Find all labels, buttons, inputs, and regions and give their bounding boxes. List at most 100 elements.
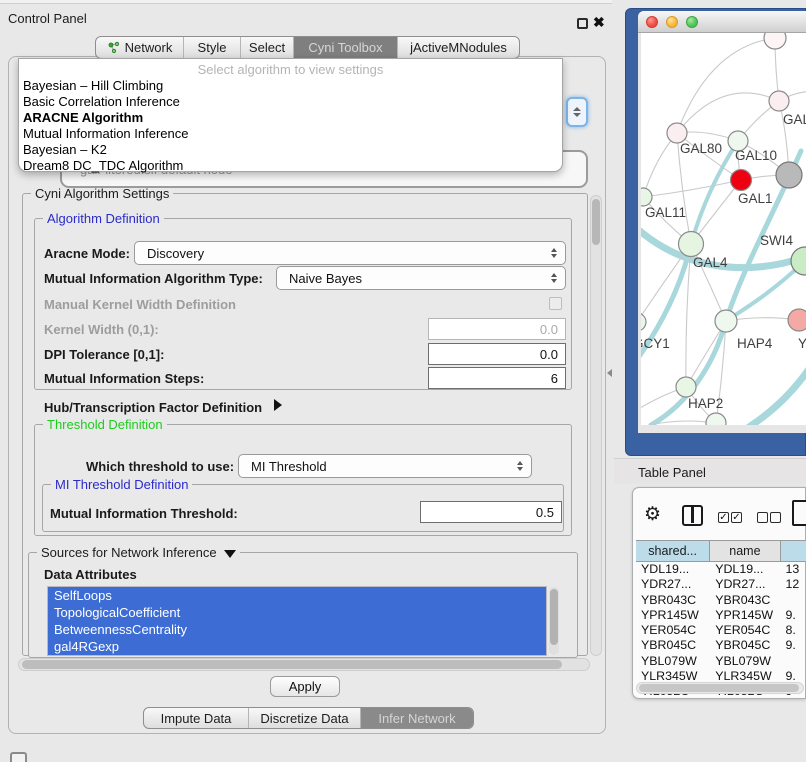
data-attributes-list[interactable]: SelfLoops TopologicalCoefficient Between… [47, 586, 547, 656]
cell: YBR043C [636, 593, 710, 608]
close-icon[interactable]: ✖ [593, 14, 605, 31]
algorithm-option[interactable]: Basic Correlation Inference [19, 94, 562, 110]
column-header-partial[interactable] [781, 541, 806, 561]
table-row[interactable]: YER054CYER054C8. [636, 623, 806, 638]
manual-kernel-checkbox[interactable] [549, 297, 562, 310]
tab-style[interactable]: Style [184, 37, 241, 58]
node[interactable] [764, 33, 786, 49]
table-row[interactable]: YBL079WYBL079W [636, 654, 806, 669]
tab-select[interactable]: Select [241, 37, 294, 58]
node-gal2[interactable] [769, 91, 789, 111]
tab-jactivemnodules[interactable]: jActiveMNodules [398, 37, 519, 58]
node-gal80[interactable] [667, 123, 687, 143]
corner-panel-icon[interactable] [10, 752, 27, 762]
table-row[interactable]: YPR145WYPR145W9. [636, 608, 806, 623]
horizontal-scrollbar-thumb[interactable] [22, 660, 562, 669]
algorithm-option-selected[interactable]: ARACNE Algorithm [19, 110, 562, 126]
table-horizontal-scrollbar[interactable] [636, 682, 804, 694]
column-header-name[interactable]: name [710, 541, 780, 561]
table-row[interactable]: YBR045CYBR045C9. [636, 638, 806, 653]
algorithm-option[interactable]: Dream8 DC_TDC Algorithm [19, 158, 562, 174]
node-hap4[interactable] [715, 310, 737, 332]
network-window-titlebar[interactable] [638, 11, 806, 33]
node-gal1-selected[interactable] [731, 170, 752, 191]
split-pane-collapse-icon[interactable] [607, 369, 612, 377]
combobox-spinner-button[interactable] [566, 97, 588, 127]
collapse-down-icon[interactable] [224, 550, 236, 558]
attribute-item[interactable]: TopologicalCoefficient [48, 604, 546, 621]
hub-tf-definition-label[interactable]: Hub/Transcription Factor Definition [44, 400, 262, 415]
document-icon[interactable] [792, 500, 806, 526]
table-scrollbar-thumb[interactable] [639, 684, 799, 692]
edge [749, 363, 806, 425]
algorithm-option[interactable]: Bayesian – K2 [19, 142, 562, 158]
gear-icon[interactable]: ⚙ [644, 503, 661, 526]
cell: YDL19... [636, 562, 710, 577]
cell: YER054C [636, 623, 710, 638]
unchecked-checkbox-icon[interactable] [770, 512, 781, 523]
cell: YBR045C [636, 638, 710, 653]
node-gal11[interactable] [641, 188, 652, 206]
tab-discretize-data[interactable]: Discretize Data [249, 708, 361, 728]
cell: YPR145W [636, 608, 710, 623]
minimize-traffic-light-icon[interactable] [666, 16, 678, 28]
unchecked-checkbox-icon[interactable] [757, 512, 768, 523]
aracne-mode-combobox[interactable]: Discovery [134, 241, 566, 265]
tab-discretize-data-label: Discretize Data [260, 711, 348, 726]
attribute-item[interactable]: SelfLoops [48, 587, 546, 604]
mi-threshold-field[interactable]: 0.5 [420, 501, 562, 523]
edge [651, 151, 801, 425]
mi-algorithm-type-value: Naive Bayes [277, 271, 362, 286]
aracne-mode-value: Discovery [135, 246, 204, 261]
network-canvas[interactable]: GAL2 GAL80 GAL10 GAL1 GAL11 GAL4 SWI4 HA… [641, 33, 806, 425]
dpi-tolerance-field[interactable]: 0.0 [428, 343, 566, 365]
algorithm-option[interactable]: Bayesian – Hill Climbing [19, 78, 562, 94]
cell: YDL19... [710, 562, 780, 577]
apply-button[interactable]: Apply [270, 676, 340, 697]
spinner-arrows-icon [551, 242, 557, 264]
mi-steps-field[interactable]: 6 [428, 367, 566, 389]
settings-vertical-scrollbar[interactable] [590, 195, 602, 656]
expand-right-icon[interactable] [274, 399, 282, 411]
table-row[interactable]: YBR043CYBR043C [636, 593, 806, 608]
node-gal4[interactable] [679, 232, 704, 257]
settings-horizontal-scrollbar[interactable] [18, 658, 590, 671]
table-row[interactable]: YDL19...YDL19...13 [636, 562, 806, 577]
attribute-item[interactable]: gal4RGexp [48, 638, 546, 655]
checked-checkbox-icon[interactable]: ✓ [718, 512, 729, 523]
node-gcy1[interactable] [641, 313, 646, 331]
aracne-mode-label: Aracne Mode: [44, 246, 130, 261]
node-gray[interactable] [776, 162, 802, 188]
node-label-gal4: GAL4 [693, 255, 728, 270]
tab-style-label: Style [198, 40, 227, 55]
node-hap2[interactable] [676, 377, 696, 397]
node-label-gal80: GAL80 [680, 141, 722, 156]
which-threshold-combobox[interactable]: MI Threshold [238, 454, 532, 478]
column-header-shared[interactable]: shared... [636, 541, 710, 561]
settings-scrollbar-thumb[interactable] [592, 199, 600, 245]
attribute-item[interactable]: BetweennessCentrality [48, 621, 546, 638]
sources-group-title[interactable]: Sources for Network Inference [37, 545, 240, 560]
tab-network[interactable]: Network [96, 37, 184, 58]
float-window-icon[interactable] [577, 18, 588, 29]
tab-select-label: Select [249, 40, 285, 55]
control-panel-titlebar: Control Panel ✖ [0, 5, 612, 31]
algorithm-option[interactable]: Mutual Information Inference [19, 126, 562, 142]
tab-cyni-toolbox[interactable]: Cyni Toolbox [294, 37, 398, 58]
bottom-tabbar: Impute Data Discretize Data Infer Networ… [143, 707, 474, 729]
node-y[interactable] [788, 309, 806, 331]
node[interactable] [706, 413, 726, 425]
mi-algorithm-type-combobox[interactable]: Naive Bayes [276, 266, 566, 290]
attributes-vertical-scrollbar[interactable] [549, 587, 559, 655]
columns-icon[interactable] [682, 505, 703, 526]
close-traffic-light-icon[interactable] [646, 16, 658, 28]
checked-checkbox-icon[interactable]: ✓ [731, 512, 742, 523]
zoom-traffic-light-icon[interactable] [686, 16, 698, 28]
node-label-swi4: SWI4 [760, 233, 793, 248]
tab-impute-data[interactable]: Impute Data [144, 708, 249, 728]
attributes-scrollbar-thumb[interactable] [550, 589, 558, 645]
kernel-width-field[interactable]: 0.0 [428, 318, 566, 340]
table-row[interactable]: YDR27...YDR27...12 [636, 577, 806, 592]
tab-infer-network[interactable]: Infer Network [361, 708, 473, 728]
cell: 9. [781, 608, 806, 623]
